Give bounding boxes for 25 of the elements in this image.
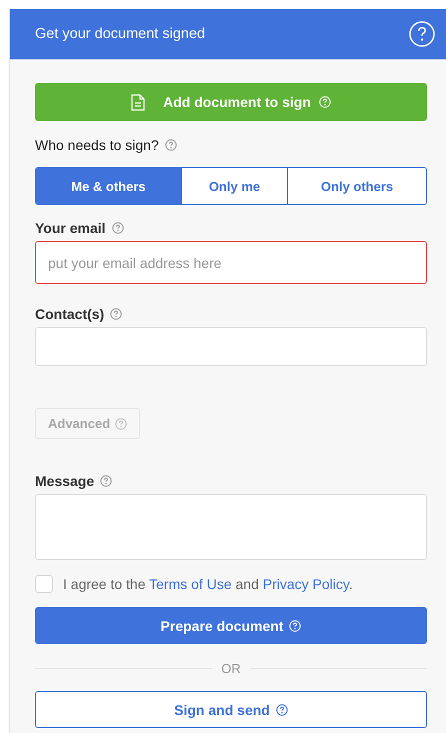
help-icon[interactable] bbox=[100, 475, 112, 487]
contacts-field[interactable] bbox=[35, 327, 427, 366]
field-label: Message bbox=[35, 473, 94, 489]
signer-option-tab[interactable]: Only me bbox=[180, 168, 288, 204]
agreement-text: I agree to the Terms of Use and Privacy Policy. bbox=[63, 576, 353, 592]
panel-title: Get your document signed bbox=[35, 26, 206, 42]
field-label: Who needs to sign? bbox=[35, 137, 159, 153]
email-field[interactable]: put your email address here bbox=[35, 241, 427, 284]
document-icon bbox=[131, 94, 146, 110]
message-field[interactable] bbox=[35, 494, 427, 560]
terms-link[interactable]: Terms of Use bbox=[149, 576, 232, 592]
separator-label: OR bbox=[221, 661, 241, 676]
field-label: Your email bbox=[35, 220, 106, 236]
help-icon[interactable] bbox=[112, 222, 124, 234]
help-icon[interactable] bbox=[164, 139, 177, 151]
agree-checkbox[interactable] bbox=[35, 575, 53, 593]
sign-and-send-button[interactable]: Sign and send bbox=[35, 691, 427, 728]
add-document-button[interactable]: Add document to sign bbox=[35, 83, 427, 121]
help-icon[interactable] bbox=[276, 704, 288, 716]
signer-option-tab[interactable]: Only others bbox=[287, 168, 426, 204]
field-label: Contact(s) bbox=[35, 306, 104, 322]
signer-option-tab[interactable]: Me & others bbox=[36, 168, 181, 204]
help-icon[interactable] bbox=[110, 308, 122, 320]
prepare-document-button[interactable]: Prepare document bbox=[35, 607, 427, 644]
privacy-link[interactable]: Privacy Policy bbox=[262, 576, 349, 592]
